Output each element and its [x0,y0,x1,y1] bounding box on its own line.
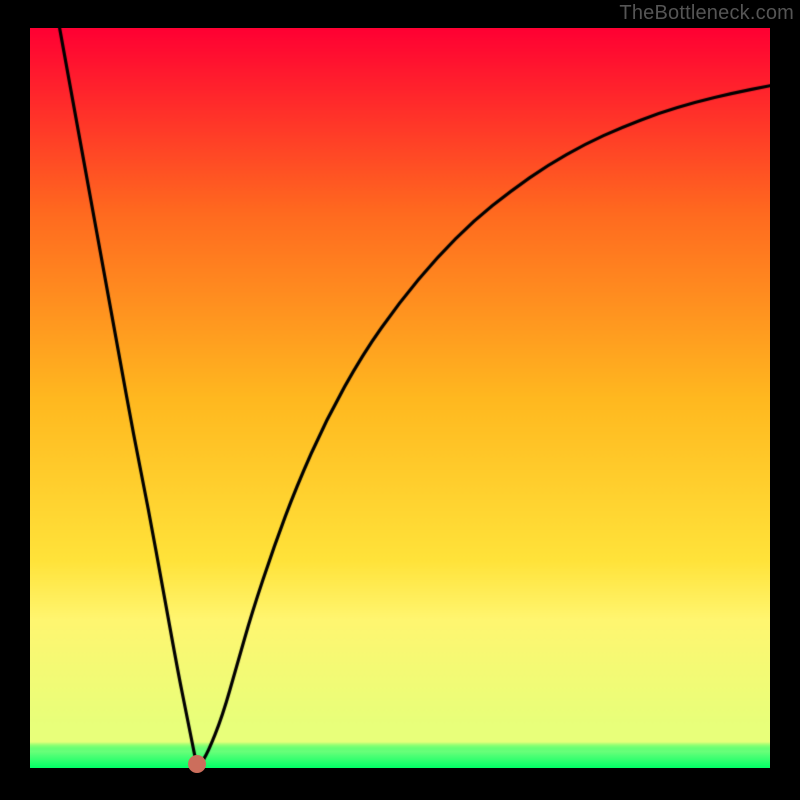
optimum-marker [188,755,206,773]
plot-area [30,28,770,768]
chart-frame: TheBottleneck.com [0,0,800,800]
watermark-text: TheBottleneck.com [619,2,794,25]
bottleneck-curve [30,28,770,768]
